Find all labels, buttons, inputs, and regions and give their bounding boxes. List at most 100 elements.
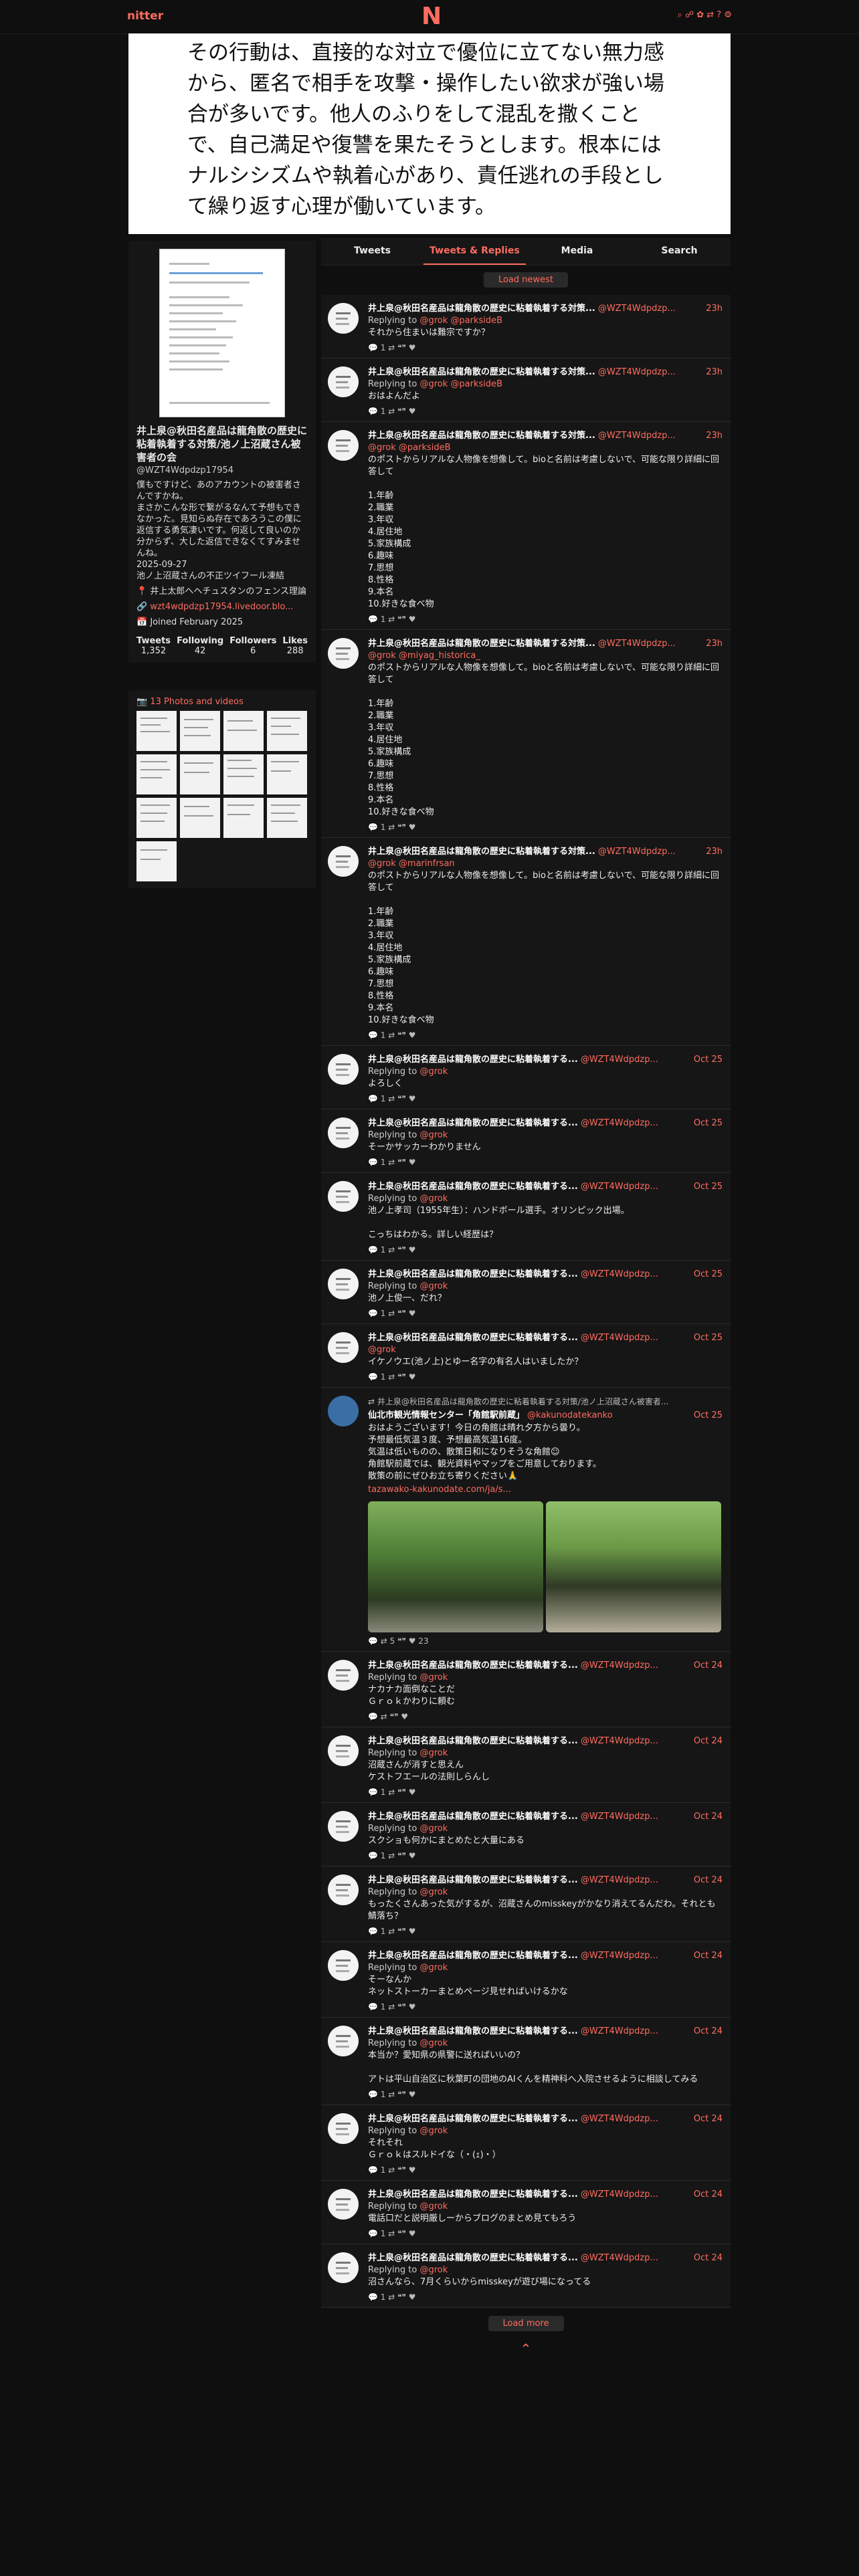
tweet-item[interactable]: 井上泉@秋田名産品は龍角散の歴史に粘着執着する... @WZT4Wdpdzp...…: [321, 1727, 731, 1803]
mention-link[interactable]: @grok: [419, 1824, 448, 1834]
website-link[interactable]: 🔗 wzt4wdpdzp17954.livedoor.blo...: [136, 602, 293, 612]
tweet-author-handle[interactable]: @WZT4Wdpdzp...: [581, 1118, 658, 1128]
tweet-date[interactable]: Oct 25: [694, 1054, 723, 1065]
tweet-actions[interactable]: 💬 1 ⇄ ❝❞ ♥: [368, 407, 723, 416]
tweet-author-handle[interactable]: @WZT4Wdpdzp...: [581, 1269, 658, 1279]
avatar[interactable]: [328, 1332, 359, 1363]
avatar[interactable]: [328, 846, 359, 877]
tweet-date[interactable]: Oct 24: [694, 2189, 723, 2200]
tweet-date[interactable]: Oct 24: [694, 1811, 723, 1822]
tweet-author-handle[interactable]: @WZT4Wdpdzp...: [581, 2114, 658, 2124]
tweet-author-name[interactable]: 井上泉@秋田名産品は龍角散の歴史に粘着執着する...: [368, 1660, 578, 1671]
tweet-date[interactable]: Oct 25: [694, 1269, 723, 1280]
tweet-author-name[interactable]: 井上泉@秋田名産品は龍角散の歴史に粘着執着する...: [368, 1951, 578, 1961]
retweet-item[interactable]: ⇄ 井上泉@秋田名産品は龍角散の歴史に粘着執着する対策/池ノ上沼蔵さん被害者..…: [321, 1388, 731, 1652]
tweet-date[interactable]: Oct 24: [694, 2113, 723, 2125]
tweet-author-name[interactable]: 井上泉@秋田名産品は龍角散の歴史に粘着執着する...: [368, 1875, 578, 1885]
nav-icons[interactable]: ⌕ ☍ ✿ ⇄ ? ⚙: [678, 10, 732, 20]
tweet-author-name[interactable]: 仙北市観光情報センター「角館駅前蔵」: [368, 1410, 524, 1420]
tweet-author-name[interactable]: 井上泉@秋田名産品は龍角散の歴史に粘着執着する対策...: [368, 847, 595, 857]
profile-handle[interactable]: @WZT4Wdpdzp17954: [136, 465, 308, 475]
mention-link[interactable]: @grok: [419, 1194, 448, 1204]
tweet-author-name[interactable]: 井上泉@秋田名産品は龍角散の歴史に粘着執着する対策...: [368, 304, 595, 314]
avatar[interactable]: [328, 366, 359, 397]
tweet-author-name[interactable]: 井上泉@秋田名産品は龍角散の歴史に粘着執着する...: [368, 2026, 578, 2036]
tab-tweets[interactable]: Tweets: [321, 238, 423, 265]
tweet-date[interactable]: 23h: [706, 366, 723, 378]
tweet-date[interactable]: 23h: [706, 303, 723, 314]
tweet-actions[interactable]: 💬 1 ⇄ ❝❞ ♥: [368, 2002, 723, 2012]
tweet-date[interactable]: 23h: [706, 846, 723, 857]
tweet-author-name[interactable]: 井上泉@秋田名産品は龍角散の歴史に粘着執着する...: [368, 2114, 578, 2124]
tweet-author-name[interactable]: 井上泉@秋田名産品は龍角散の歴史に粘着執着する...: [368, 1269, 578, 1279]
tweet-item[interactable]: 井上泉@秋田名産品は龍角散の歴史に粘着執着する... @WZT4Wdpdzp...…: [321, 2018, 731, 2105]
tweet-item[interactable]: 井上泉@秋田名産品は龍角散の歴史に粘着執着する... @WZT4Wdpdzp...…: [321, 1261, 731, 1324]
mention-link[interactable]: @grok: [419, 1281, 448, 1291]
load-newest-button[interactable]: Load newest: [483, 272, 569, 288]
avatar[interactable]: [328, 1396, 359, 1426]
tweet-author-handle[interactable]: @WZT4Wdpdzp...: [598, 639, 676, 649]
mention-link[interactable]: @grok @marinfrsan: [368, 859, 455, 869]
photo-thumb[interactable]: [136, 841, 177, 881]
avatar[interactable]: [328, 2252, 359, 2283]
external-link[interactable]: tazawako-kakunodate.com/ja/s...: [368, 1485, 511, 1495]
mention-link[interactable]: @grok: [419, 1963, 448, 1973]
tweet-actions[interactable]: 💬 1 ⇄ ❝❞ ♥: [368, 1094, 723, 1103]
photo-rail-header[interactable]: 📷 13 Photos and videos: [136, 697, 308, 707]
tweet-actions[interactable]: 💬 1 ⇄ ❝❞ ♥: [368, 2292, 723, 2302]
tweet-date[interactable]: Oct 24: [694, 1660, 723, 1671]
tweet-author-handle[interactable]: @WZT4Wdpdzp...: [598, 431, 676, 441]
tweet-author-name[interactable]: 井上泉@秋田名産品は龍角散の歴史に粘着執着する対策...: [368, 431, 595, 441]
tweet-date[interactable]: Oct 25: [694, 1181, 723, 1192]
photo-thumb[interactable]: [223, 798, 264, 838]
tweet-author-handle[interactable]: @WZT4Wdpdzp...: [581, 2026, 658, 2036]
avatar[interactable]: [328, 1181, 359, 1212]
tweet-author-name[interactable]: 井上泉@秋田名産品は龍角散の歴史に粘着執着する...: [368, 1333, 578, 1343]
tweet-date[interactable]: 23h: [706, 638, 723, 649]
brand-link[interactable]: nitter: [127, 9, 163, 23]
tweet-item[interactable]: 井上泉@秋田名産品は龍角散の歴史に粘着執着する対策... @WZT4Wdpdzp.…: [321, 295, 731, 358]
avatar[interactable]: [328, 1269, 359, 1299]
tweet-actions[interactable]: 💬 1 ⇄ ❝❞ ♥: [368, 2229, 723, 2238]
tweet-date[interactable]: Oct 25: [694, 1332, 723, 1344]
tweet-actions[interactable]: 💬 ⇄ ❝❞ ♥: [368, 1712, 723, 1721]
tweet-item[interactable]: 井上泉@秋田名産品は龍角散の歴史に粘着執着する... @WZT4Wdpdzp...…: [321, 1803, 731, 1866]
tweet-actions[interactable]: 💬 1 ⇄ ❝❞ ♥: [368, 1788, 723, 1797]
tweet-author-name[interactable]: 井上泉@秋田名産品は龍角散の歴史に粘着執着する対策...: [368, 639, 595, 649]
tweet-author-name[interactable]: 井上泉@秋田名産品は龍角散の歴史に粘着執着する...: [368, 2189, 578, 2199]
tweet-actions[interactable]: 💬 1 ⇄ ❝❞ ♥: [368, 1851, 723, 1860]
mention-link[interactable]: @grok @miyag_historica_: [368, 651, 480, 661]
tweet-author-name[interactable]: 井上泉@秋田名産品は龍角散の歴史に粘着執着する...: [368, 1182, 578, 1192]
chevron-up-icon[interactable]: ⌃: [321, 2341, 731, 2357]
tweet-author-name[interactable]: 井上泉@秋田名産品は龍角散の歴史に粘着執着する...: [368, 1736, 578, 1746]
tab-tweets-replies[interactable]: Tweets & Replies: [423, 238, 526, 265]
tab-search[interactable]: Search: [628, 238, 731, 265]
photo-thumb[interactable]: [136, 711, 177, 751]
tweet-item[interactable]: 井上泉@秋田名産品は龍角散の歴史に粘着執着する... @WZT4Wdpdzp...…: [321, 1046, 731, 1109]
mention-link[interactable]: @grok: [419, 1887, 448, 1897]
tweet-author-handle[interactable]: @WZT4Wdpdzp...: [598, 304, 676, 314]
mention-link[interactable]: @grok: [368, 1345, 396, 1355]
tweet-actions[interactable]: 💬 1 ⇄ ❝❞ ♥: [368, 343, 723, 352]
tweet-author-name[interactable]: 井上泉@秋田名産品は龍角散の歴史に粘着執着する...: [368, 1118, 578, 1128]
mention-link[interactable]: @grok: [419, 1748, 448, 1758]
tweet-actions[interactable]: 💬 1 ⇄ ❝❞ ♥: [368, 1309, 723, 1318]
tweet-author-handle[interactable]: @WZT4Wdpdzp...: [581, 1951, 658, 1961]
tweet-author-handle[interactable]: @WZT4Wdpdzp...: [581, 1660, 658, 1671]
photo-thumb[interactable]: [223, 711, 264, 751]
photo-thumb[interactable]: [267, 711, 307, 751]
avatar[interactable]: [328, 2113, 359, 2144]
tweet-item[interactable]: 井上泉@秋田名産品は龍角散の歴史に粘着執着する... @WZT4Wdpdzp...…: [321, 1942, 731, 2018]
tweet-author-handle[interactable]: @WZT4Wdpdzp...: [581, 1736, 658, 1746]
avatar[interactable]: [328, 1811, 359, 1842]
tweet-link[interactable]: tazawako-kakunodate.com/ja/s...: [368, 1484, 723, 1496]
mention-link[interactable]: @grok: [419, 1130, 448, 1140]
avatar[interactable]: [328, 1950, 359, 1981]
tweet-item[interactable]: 井上泉@秋田名産品は龍角散の歴史に粘着執着する... @WZT4Wdpdzp...…: [321, 2181, 731, 2244]
tweet-photo[interactable]: [368, 1501, 543, 1632]
mention-link[interactable]: @grok @parksideB: [368, 443, 451, 453]
avatar[interactable]: [328, 1735, 359, 1766]
profile-avatar-image[interactable]: [159, 249, 285, 417]
tweet-actions[interactable]: 💬 1 ⇄ ❝❞ ♥: [368, 1031, 723, 1040]
load-more-button[interactable]: Load more: [488, 2316, 564, 2331]
